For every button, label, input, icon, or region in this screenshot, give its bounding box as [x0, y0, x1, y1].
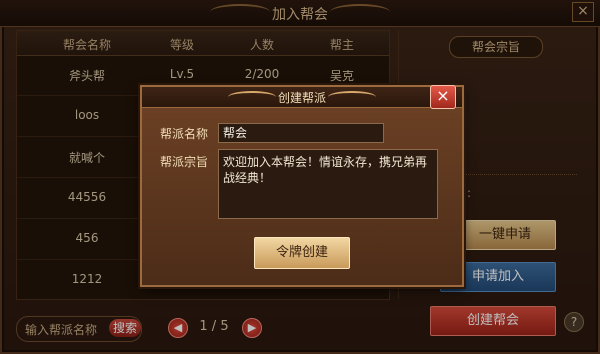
token-create-button[interactable]: 令牌创建 — [254, 237, 350, 269]
guild-name-field[interactable]: 帮会 — [218, 123, 384, 143]
dialog-header: 创建帮派 × — [142, 85, 462, 109]
guild-name-label: 帮派名称 — [160, 127, 209, 141]
guild-tenet-field[interactable]: 欢迎加入本帮会！情谊永存，携兄弟再战经典！ — [218, 149, 438, 219]
dialog-close-icon[interactable]: × — [430, 85, 456, 109]
guild-tenet-label: 帮派宗旨 — [160, 155, 209, 169]
create-guild-dialog: 创建帮派 × 帮派名称 帮会 帮派宗旨 欢迎加入本帮会！情谊永存，携兄弟再战经典… — [140, 85, 464, 287]
dialog-title: 创建帮派 — [277, 91, 326, 105]
